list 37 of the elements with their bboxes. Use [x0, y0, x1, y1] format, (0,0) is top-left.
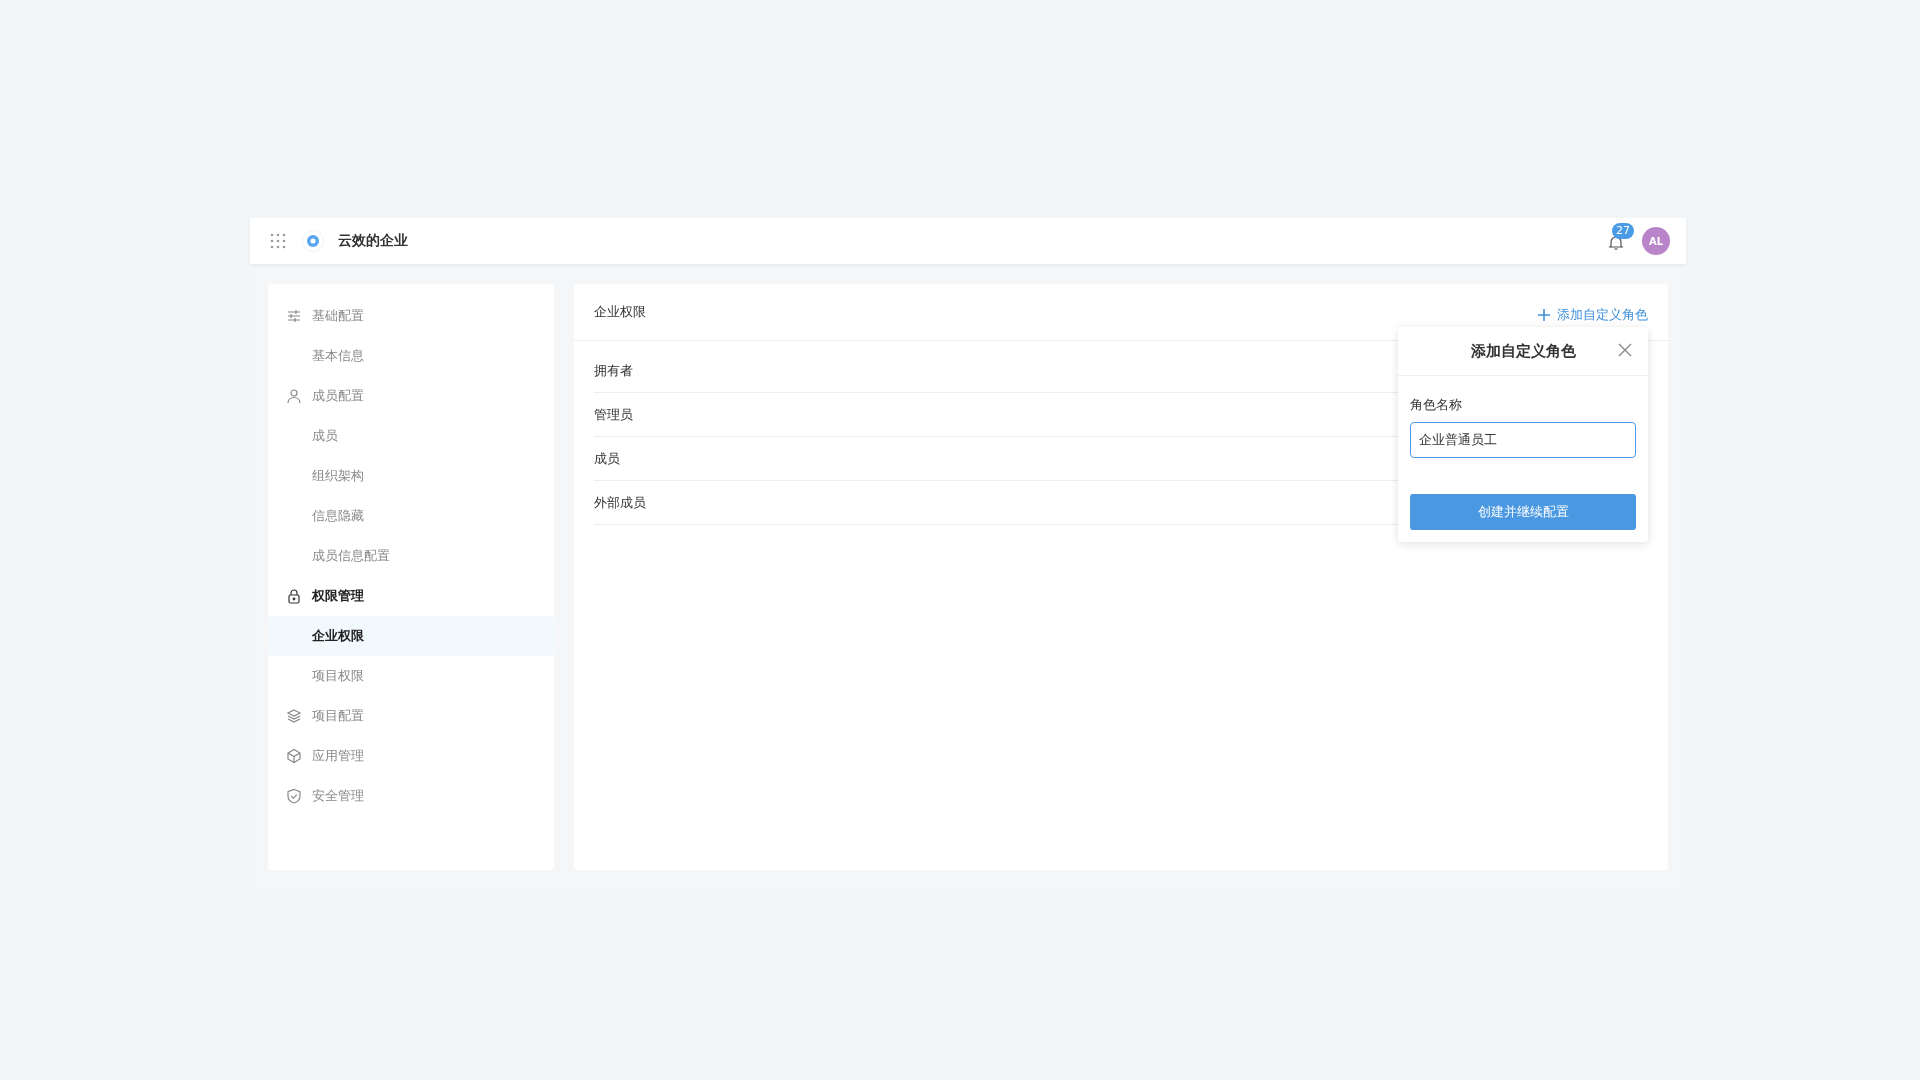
sidebar-item[interactable]: 基本信息	[268, 336, 554, 376]
sidebar-item[interactable]: 信息隐藏	[268, 496, 554, 536]
role-name[interactable]: 外部成员	[594, 493, 646, 512]
sidebar-group[interactable]: 基础配置	[268, 296, 554, 336]
role-name[interactable]: 成员	[594, 449, 620, 468]
sidebar-group-icon	[286, 308, 302, 324]
sidebar-group-icon	[286, 588, 302, 604]
plus-icon	[1537, 308, 1551, 322]
sidebar-group[interactable]: 安全管理	[268, 776, 554, 816]
sidebar-group-icon	[286, 748, 302, 764]
sidebar-group-icon	[286, 388, 302, 404]
organization-name: 云效的企业	[338, 232, 408, 250]
app-grid-icon[interactable]	[270, 233, 286, 249]
create-button[interactable]: 创建并继续配置	[1410, 494, 1636, 530]
sidebar-item[interactable]: 企业权限	[268, 616, 554, 656]
popover-title: 添加自定义角色	[1470, 341, 1576, 361]
add-role-link[interactable]: 添加自定义角色	[1537, 306, 1648, 324]
sidebar-item[interactable]: 成员信息配置	[268, 536, 554, 576]
sidebar-group[interactable]: 权限管理	[268, 576, 554, 616]
bell-icon[interactable]	[1608, 235, 1624, 251]
sidebar-group[interactable]: 应用管理	[268, 736, 554, 776]
sidebar-group-icon	[286, 708, 302, 724]
role-name[interactable]: 拥有者	[594, 361, 633, 380]
sidebar-item[interactable]: 成员	[268, 416, 554, 456]
sidebar-item[interactable]: 项目权限	[268, 656, 554, 696]
close-button[interactable]	[1618, 343, 1632, 357]
logo-icon	[302, 230, 324, 252]
sidebar-group-icon	[286, 788, 302, 804]
sidebar-group[interactable]: 项目配置	[268, 696, 554, 736]
role-name-input[interactable]: 企业普通员工	[1410, 422, 1636, 458]
role-name[interactable]: 管理员	[594, 405, 633, 424]
notification-count: 27	[1612, 223, 1634, 239]
panel-title: 企业权限	[594, 303, 646, 321]
user-avatar[interactable]: AL	[1642, 227, 1670, 255]
sidebar-item[interactable]: 组织架构	[268, 456, 554, 496]
field-label: 角色名称	[1410, 396, 1463, 414]
sidebar-group[interactable]: 成员配置	[268, 376, 554, 416]
